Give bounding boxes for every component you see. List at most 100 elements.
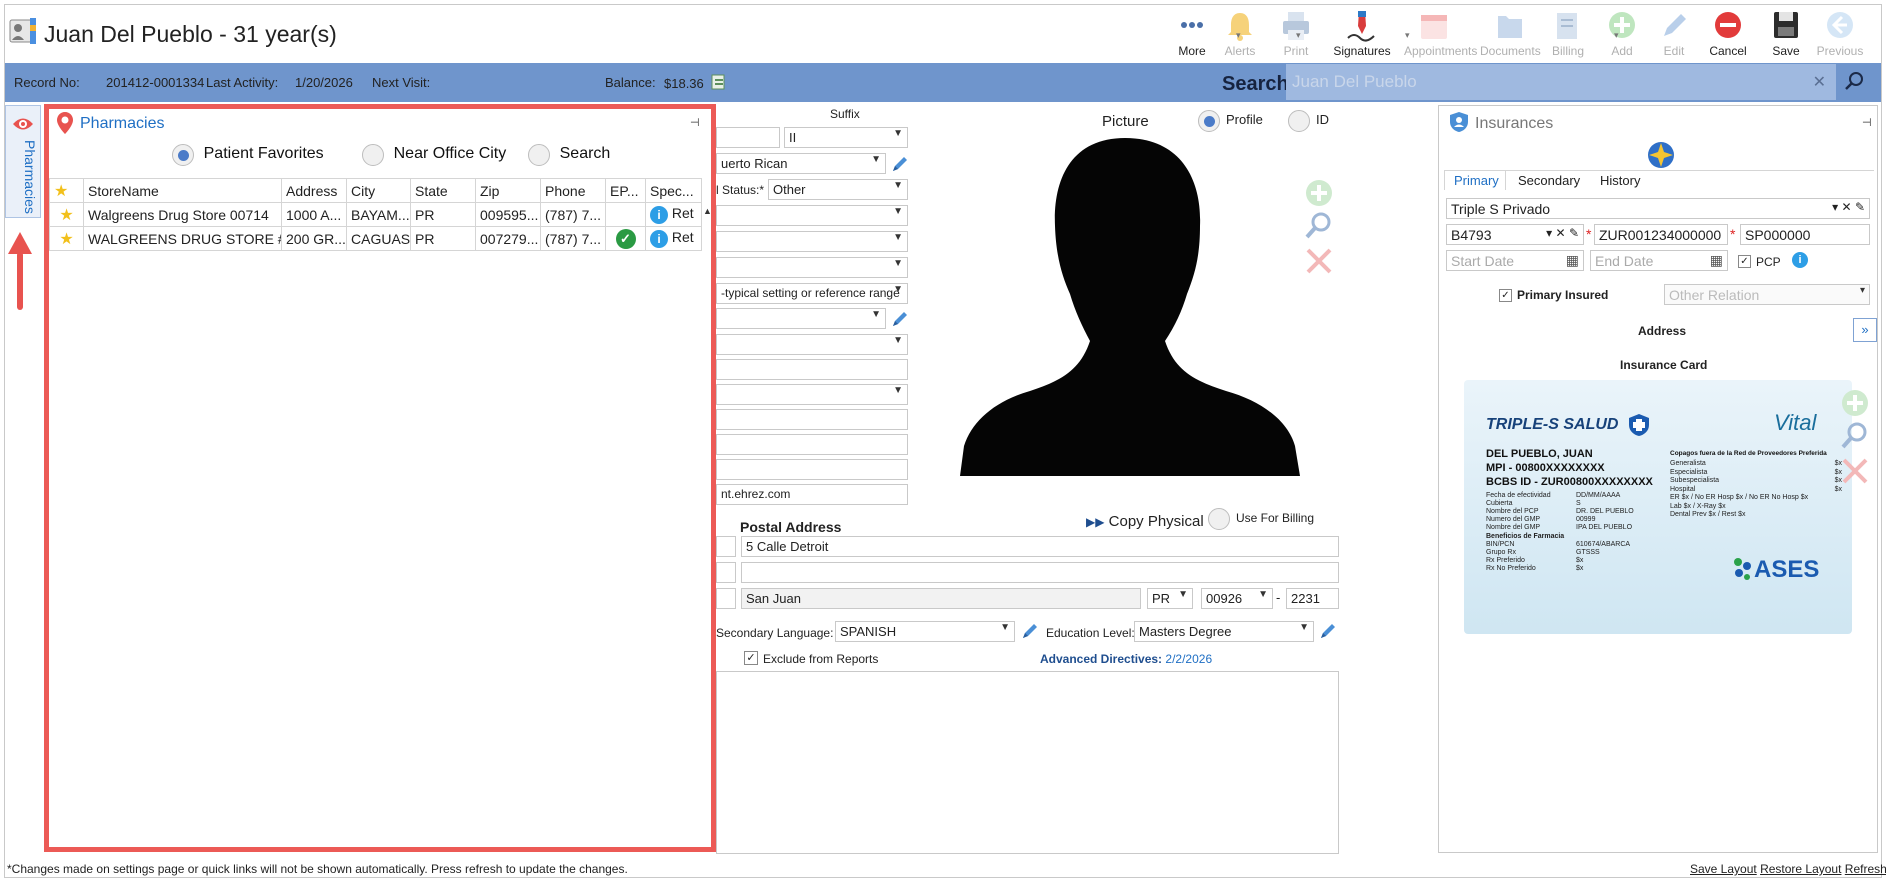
filter-near-office-city[interactable]: Near Office City [362, 144, 506, 166]
filter-patient-favorites[interactable]: Patient Favorites [172, 144, 324, 166]
pin-panel-icon[interactable]: ⊣ [690, 116, 700, 129]
postal-zip-select[interactable]: 00926 ▼ [1201, 588, 1273, 609]
member-id-field[interactable]: ZUR001234000000 [1594, 224, 1728, 245]
edit-language-pencil-icon[interactable] [1020, 621, 1040, 641]
calendar-icon[interactable]: ▦ [1710, 252, 1723, 269]
toolbar-add-button[interactable]: Add [1592, 6, 1652, 60]
insurance-plan-select[interactable]: Triple S Privado ▾ ✕ ✎ [1446, 198, 1870, 219]
postal-line1-field[interactable]: 5 Calle Detroit [741, 536, 1339, 557]
column-header[interactable]: City [346, 178, 411, 203]
education-level-select[interactable]: Masters Degree ▼ [1134, 621, 1314, 642]
postal-line2-field[interactable] [741, 562, 1339, 583]
edit-ethnicity-pencil-icon[interactable] [890, 154, 910, 174]
save-layout-link[interactable]: Save Layout [1690, 862, 1757, 876]
toolbar-dropdown-caret-icon[interactable]: ▾ [1405, 30, 1410, 41]
radio-search[interactable] [528, 144, 550, 166]
toolbar-billing-button[interactable]: Billing [1538, 6, 1598, 60]
column-header[interactable]: State [410, 178, 476, 203]
column-header[interactable]: Zip [475, 178, 541, 203]
subscriber-id-field[interactable]: SP000000 [1740, 224, 1870, 245]
toolbar-cancel-button[interactable]: Cancel [1698, 6, 1758, 60]
marital-status-select[interactable]: Other ▼ [768, 179, 908, 200]
pcp-checkbox[interactable]: ✓ [1738, 255, 1751, 268]
end-date-field[interactable]: End Date ▦ [1590, 250, 1728, 271]
table-row[interactable]: ★ WALGREENS DRUG STORE #... 200 GR... CAGUA… [49, 226, 712, 251]
notes-textarea[interactable] [716, 671, 1339, 854]
toolbar-documents-button[interactable]: Documents [1480, 6, 1541, 60]
advanced-directives-link[interactable]: Advanced Directives: 2/2/2026 [1040, 652, 1212, 666]
column-header[interactable]: Address [281, 178, 347, 203]
toolbar-signatures-button[interactable]: Signatures [1332, 6, 1392, 60]
postal-zip-ext-field[interactable]: 2231 [1286, 588, 1339, 609]
demographic-select-2[interactable]: ▼ [716, 231, 908, 252]
demographic-field-6[interactable] [716, 359, 908, 380]
reference-range-select[interactable]: -typical setting or reference range ▼ [716, 283, 908, 304]
info-icon[interactable]: i [650, 205, 668, 224]
radio-near-office-city[interactable] [362, 144, 384, 166]
picture-option-profile[interactable]: Profile [1198, 110, 1263, 132]
clear-search-icon[interactable]: ✕ [1813, 72, 1826, 92]
add-picture-icon[interactable] [1304, 178, 1334, 208]
phone-field-3[interactable] [716, 459, 908, 480]
postal-state-select[interactable]: PR ▼ [1147, 588, 1193, 609]
demographic-select-1[interactable]: ▼ [716, 205, 908, 226]
add-card-icon[interactable] [1840, 388, 1870, 418]
radio-id[interactable] [1288, 110, 1310, 132]
toolbar-dropdown-caret-icon[interactable]: ▾ [1614, 30, 1619, 41]
phone-field-1[interactable] [716, 409, 908, 430]
favorite-star-icon[interactable]: ★ [59, 231, 73, 248]
ethnicity-select[interactable]: uerto Rican ▼ [716, 153, 886, 174]
demographic-select-5[interactable]: ▼ [716, 334, 908, 355]
demographic-select-4[interactable]: ▼ [716, 308, 886, 329]
chevron-down-icon[interactable]: ▾ [1546, 226, 1552, 240]
table-scroll-up-icon[interactable]: ▲ [703, 206, 712, 216]
secondary-language-select[interactable]: SPANISH ▼ [835, 621, 1015, 642]
column-header[interactable]: Phone [540, 178, 606, 203]
patient-search-input[interactable]: Juan Del Pueblo ✕ [1286, 64, 1836, 100]
start-date-field[interactable]: Start Date ▦ [1446, 250, 1584, 271]
use-for-billing-toggle[interactable]: Use For Billing [1208, 508, 1314, 530]
column-header[interactable]: StoreName [83, 178, 282, 203]
other-relation-select[interactable]: Other Relation ▾ [1664, 284, 1870, 305]
insurance-verify-icon[interactable] [1646, 140, 1676, 170]
postal-field-prefix-1[interactable] [716, 536, 736, 557]
postal-field-prefix-3[interactable] [716, 588, 736, 609]
tab-secondary[interactable]: Secondary [1518, 173, 1580, 188]
zoom-picture-icon[interactable] [1304, 210, 1334, 240]
radio-use-for-billing[interactable] [1208, 508, 1230, 530]
column-header[interactable]: Spec... [645, 178, 702, 203]
pin-insurance-panel-icon[interactable]: ⊣ [1862, 116, 1872, 129]
toolbar-appointments-button[interactable]: Appointments [1404, 6, 1477, 60]
picture-option-id[interactable]: ID [1288, 110, 1329, 132]
toolbar-save-button[interactable]: Save [1756, 6, 1816, 60]
demographic-select-7[interactable]: ▼ [716, 384, 908, 405]
table-row[interactable]: ★ Walgreens Drug Store 00714 1000 A... BAYA… [49, 202, 712, 227]
demographic-select-3[interactable]: ▼ [716, 257, 908, 278]
toolbar-edit-button[interactable]: Edit [1644, 6, 1704, 60]
edit-pencil-icon[interactable] [890, 309, 910, 329]
tab-history[interactable]: History [1600, 173, 1640, 188]
exclude-reports-checkbox[interactable]: ✓ [744, 651, 758, 665]
filter-search[interactable]: Search [528, 144, 610, 166]
toolbar-dropdown-caret-icon[interactable]: ▾ [1296, 30, 1301, 41]
edit-education-pencil-icon[interactable] [1318, 621, 1338, 641]
copy-physical-button[interactable]: ▶▶ Copy Physical [1086, 513, 1204, 530]
radio-profile[interactable] [1198, 110, 1220, 132]
calendar-icon[interactable]: ▦ [1566, 252, 1579, 269]
email-field[interactable]: nt.ehrez.com [716, 484, 908, 505]
suffix-select[interactable]: II ▼ [784, 127, 908, 148]
info-icon[interactable]: i [650, 229, 668, 248]
edit-small-pencil-icon[interactable]: ✎ [1855, 200, 1865, 214]
column-header[interactable]: EP... [605, 178, 646, 203]
postal-field-prefix-2[interactable] [716, 562, 736, 583]
toolbar-previous-button[interactable]: Previous [1810, 6, 1870, 60]
delete-picture-icon[interactable] [1304, 246, 1334, 276]
delete-card-icon[interactable] [1840, 456, 1870, 486]
expand-address-icon[interactable]: » [1853, 318, 1877, 342]
refresh-link[interactable]: Refresh [1845, 862, 1886, 876]
balance-detail-icon[interactable] [710, 73, 728, 91]
favorite-column-header[interactable]: ★ [49, 178, 84, 203]
info-icon[interactable]: i [1792, 252, 1808, 268]
primary-insured-checkbox[interactable]: ✓ [1499, 289, 1512, 302]
zoom-card-icon[interactable] [1840, 420, 1870, 450]
